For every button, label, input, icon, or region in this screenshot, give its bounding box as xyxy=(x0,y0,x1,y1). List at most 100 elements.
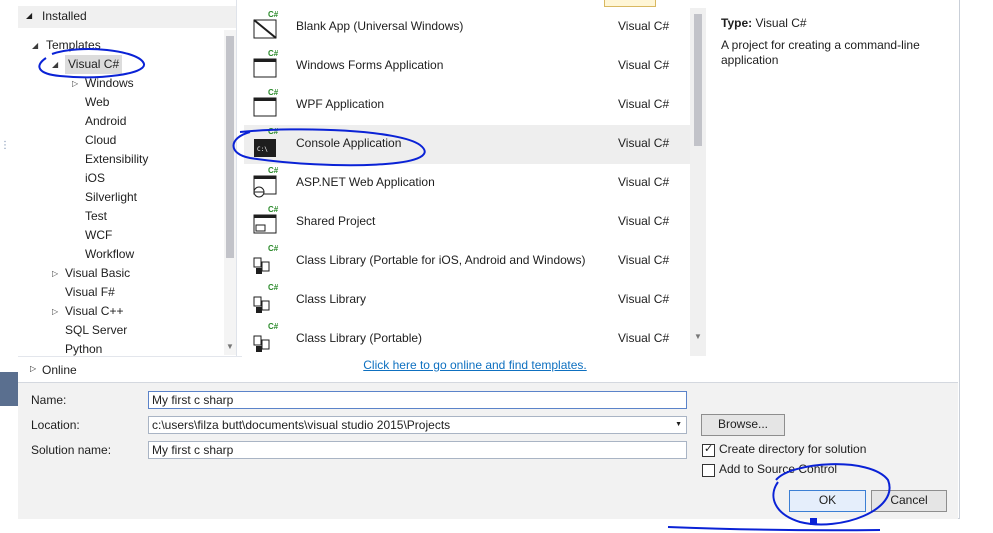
template-name: Blank App (Universal Windows) xyxy=(296,19,464,33)
template-name: Shared Project xyxy=(296,214,376,228)
ok-button[interactable]: OK xyxy=(789,490,866,512)
add-source-control-checkbox[interactable] xyxy=(702,464,715,477)
template-row[interactable]: C# ASP.NET Web Application Visual C# xyxy=(244,164,690,203)
location-dropdown[interactable]: c:\users\filza butt\documents\visual stu… xyxy=(148,416,687,434)
background-window-edge: ⋮ xyxy=(0,140,10,151)
tree-item[interactable]: ▷ Visual Basic xyxy=(52,264,224,283)
tree-item[interactable]: Cloud xyxy=(72,131,224,150)
template-name: ASP.NET Web Application xyxy=(296,175,435,189)
name-input[interactable]: My first c sharp xyxy=(148,391,687,409)
template-row[interactable]: C# Class Library Visual C# xyxy=(244,281,690,320)
svg-text:C:\: C:\ xyxy=(257,146,268,153)
class-library-icon: C# xyxy=(252,244,280,276)
location-label: Location: xyxy=(31,418,80,432)
tree-item[interactable]: WCF xyxy=(72,226,224,245)
template-row[interactable]: C# Windows Forms Application Visual C# xyxy=(244,47,690,86)
expanded-arrow-icon: ◢ xyxy=(32,41,39,50)
expanded-arrow-icon: ◢ xyxy=(52,60,59,69)
collapsed-arrow-icon: ▷ xyxy=(52,307,59,316)
tree-item[interactable]: Visual F# xyxy=(52,283,224,302)
create-directory-checkbox[interactable]: ✓ xyxy=(702,443,715,457)
template-language: Visual C# xyxy=(618,214,670,228)
tree-item[interactable]: Extensibility xyxy=(72,150,224,169)
collapsed-arrow-icon: ▷ xyxy=(72,79,79,88)
tree-item[interactable]: ▷ Windows xyxy=(72,74,224,93)
template-row[interactable]: C# Class Library (Portable for iOS, Andro… xyxy=(244,242,690,281)
window-icon: C# xyxy=(252,49,280,81)
tree-item-label: Extensibility xyxy=(85,152,149,166)
tree-item-label: SQL Server xyxy=(65,323,128,337)
tree-item[interactable]: Workflow xyxy=(72,245,224,264)
template-list-scrollbar-thumb[interactable] xyxy=(694,14,702,146)
type-value: Visual C# xyxy=(755,16,807,30)
chevron-down-icon[interactable]: ▼ xyxy=(675,417,682,433)
template-name: Class Library xyxy=(296,292,367,306)
solution-name-label: Solution name: xyxy=(31,443,112,457)
template-language: Visual C# xyxy=(618,292,670,306)
template-row[interactable]: C# Class Library (Portable) Visual C# xyxy=(244,320,690,356)
template-name: WPF Application xyxy=(296,97,385,111)
tree-item-label: Test xyxy=(85,209,108,223)
tree-item-label: Templates xyxy=(46,38,101,52)
tree-item-label: Android xyxy=(85,114,127,128)
tree-scroll-down-icon[interactable]: ▼ xyxy=(226,342,234,351)
template-language: Visual C# xyxy=(618,253,670,267)
online-node[interactable]: ▷ Online xyxy=(18,356,242,383)
collapsed-arrow-icon: ▷ xyxy=(30,364,37,373)
tree-item-label: iOS xyxy=(85,171,106,185)
tree-item-label: Workflow xyxy=(85,247,135,261)
tree-item[interactable]: Test xyxy=(72,207,224,226)
tree-item[interactable]: Web xyxy=(72,93,224,112)
sort-tab-hint xyxy=(604,0,656,7)
background-window-bar xyxy=(0,372,18,406)
installed-header[interactable]: ◢ Installed xyxy=(18,6,236,28)
template-row[interactable]: C# Blank App (Universal Windows) Visual C# xyxy=(244,8,690,47)
tree-scrollbar-thumb[interactable] xyxy=(226,36,234,258)
template-list: C# Blank App (Universal Windows) Visual C#… xyxy=(244,8,690,356)
annotation-dot xyxy=(810,518,817,525)
tree-item[interactable]: ▷ Visual C++ xyxy=(52,302,224,321)
expanded-arrow-icon: ◢ xyxy=(26,11,33,20)
template-name: Class Library (Portable) xyxy=(296,331,423,345)
type-label: Type: xyxy=(721,16,753,30)
name-label: Name: xyxy=(31,393,67,407)
online-templates-link[interactable]: Click here to go online and find templat… xyxy=(244,356,706,380)
template-language: Visual C# xyxy=(618,331,670,345)
template-language: Visual C# xyxy=(618,97,670,111)
globe-window-icon: C# xyxy=(252,166,280,198)
template-row[interactable]: C:\ C# Console Application Visual C# xyxy=(244,125,690,164)
template-language: Visual C# xyxy=(618,136,670,150)
console-icon: C:\ C# xyxy=(252,127,280,159)
browse-button[interactable]: Browse... xyxy=(701,414,785,436)
tree-item-label: Web xyxy=(85,95,110,109)
add-source-control-label: Add to Source Control xyxy=(719,462,838,476)
annotation-underline-ok xyxy=(667,526,881,532)
checkmark-icon: ✓ xyxy=(704,443,714,455)
tree-item-label: WCF xyxy=(85,228,113,242)
cancel-button[interactable]: Cancel xyxy=(871,490,947,512)
tree-item[interactable]: ◢ Visual C# xyxy=(52,55,224,74)
tree-item-label: Visual C# xyxy=(65,55,123,74)
installed-label: Installed xyxy=(42,9,87,23)
template-row[interactable]: C# Shared Project Visual C# xyxy=(244,203,690,242)
list-scroll-down-icon[interactable]: ▼ xyxy=(694,332,702,341)
solution-name-input[interactable]: My first c sharp xyxy=(148,441,687,459)
tree-item-label: Visual F# xyxy=(65,285,115,299)
create-directory-label: Create directory for solution xyxy=(719,442,867,456)
tree-item[interactable]: Silverlight xyxy=(72,188,224,207)
template-language: Visual C# xyxy=(618,175,670,189)
wpf-window-icon: C# xyxy=(252,88,280,120)
collapsed-arrow-icon: ▷ xyxy=(52,269,59,278)
tree-item-label: Visual Basic xyxy=(65,266,131,280)
template-description: Type: Visual C# A project for creating a… xyxy=(710,8,955,382)
template-name: Class Library (Portable for iOS, Android… xyxy=(296,253,586,267)
location-value: c:\users\filza butt\documents\visual stu… xyxy=(152,418,451,432)
tree-item[interactable]: Android xyxy=(72,112,224,131)
tree-item[interactable]: iOS xyxy=(72,169,224,188)
tree-item[interactable]: SQL Server xyxy=(52,321,224,340)
template-language: Visual C# xyxy=(618,19,670,33)
template-language: Visual C# xyxy=(618,58,670,72)
template-row[interactable]: C# WPF Application Visual C# xyxy=(244,86,690,125)
class-library-icon: C# xyxy=(252,322,280,354)
tree-item-label: Silverlight xyxy=(85,190,138,204)
